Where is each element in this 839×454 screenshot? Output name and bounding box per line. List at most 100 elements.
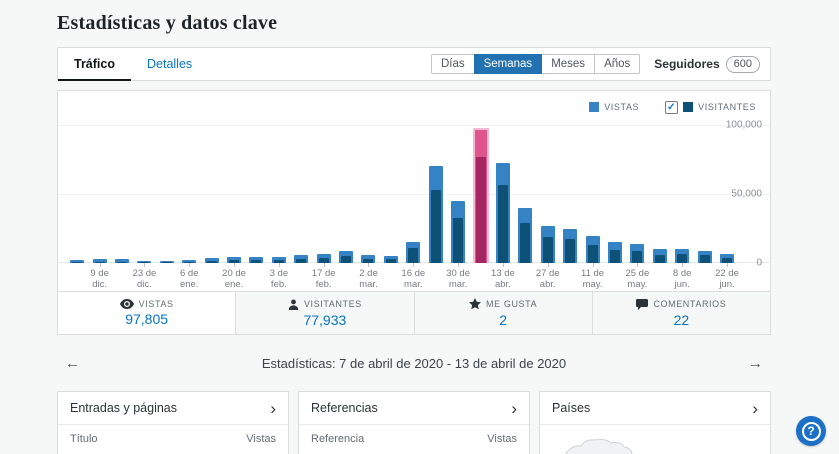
legend-vistas-label: VISTAS xyxy=(604,102,640,112)
visitantes-bar xyxy=(677,253,688,263)
chart-bar-week-26[interactable]: 25 de may. xyxy=(625,118,649,290)
visitantes-bar xyxy=(542,237,553,263)
visitantes-bar xyxy=(609,249,620,263)
panel-entradas-y-paginas: Entradas y páginas › Título Vistas xyxy=(57,391,289,454)
x-axis-label: 16 de mar. xyxy=(401,268,426,290)
visitantes-bar xyxy=(408,248,419,263)
x-tick xyxy=(144,263,146,267)
panel-paises: Países › xyxy=(539,391,771,454)
summary-tabs: VISTAS 97,805 VISITANTES 77,933 ME GUSTA… xyxy=(58,291,770,334)
period-dias-button[interactable]: Días xyxy=(430,54,475,74)
x-axis-label: 30 de mar. xyxy=(446,268,470,290)
chart-bar-week-3[interactable] xyxy=(111,118,133,263)
chart-bar-week-8[interactable]: 20 de ene. xyxy=(222,118,246,290)
panel-referencias-header[interactable]: Referencias › xyxy=(299,392,529,425)
stat-visitantes-label: VISITANTES xyxy=(303,299,362,309)
chart-bar-week-17[interactable] xyxy=(425,118,447,263)
next-period-arrow[interactable]: → xyxy=(739,355,763,372)
x-tick xyxy=(547,263,549,267)
chart-bar-week-5[interactable] xyxy=(156,118,178,263)
followers-button[interactable]: Seguidores 600 xyxy=(654,55,760,73)
stat-tab-visitantes[interactable]: VISITANTES 77,933 xyxy=(235,292,414,334)
panel-referencias: Referencias › Referencia Vistas xyxy=(298,391,530,454)
stat-comentarios-value: 22 xyxy=(673,311,690,328)
visitantes-bar xyxy=(296,258,307,263)
chevron-right-icon: › xyxy=(270,398,276,418)
date-range-pager: ← Estadísticas: 7 de abril de 2020 - 13 … xyxy=(57,335,771,391)
col-vistas: Vistas xyxy=(487,433,517,445)
x-axis-label: 9 de dic. xyxy=(90,268,109,290)
period-segmented-control: Días Semanas Meses Años xyxy=(430,54,641,74)
chart-bar-week-9[interactable] xyxy=(245,118,267,263)
chart-bar-week-28[interactable]: 8 de jun. xyxy=(671,118,693,290)
chart-bar-week-30[interactable]: 22 de jun. xyxy=(715,118,739,290)
period-semanas-button[interactable]: Semanas xyxy=(473,54,543,74)
help-button[interactable]: ? xyxy=(796,416,826,446)
date-range-label: Estadísticas: 7 de abril de 2020 - 13 de… xyxy=(261,355,567,371)
chart-bar-week-11[interactable] xyxy=(290,118,312,263)
panel-referencias-title: Referencias xyxy=(311,401,378,415)
period-meses-button[interactable]: Meses xyxy=(541,54,596,74)
chart-bar-week-29[interactable] xyxy=(693,118,715,263)
chart-bar-week-13[interactable] xyxy=(335,118,357,263)
chart-bar-week-14[interactable]: 2 de mar. xyxy=(357,118,379,290)
col-referencia: Referencia xyxy=(311,433,365,445)
x-tick xyxy=(413,263,415,267)
world-map xyxy=(540,425,770,454)
chart-bar-week-7[interactable] xyxy=(200,118,222,263)
visitantes-bar xyxy=(206,261,217,263)
chart-bar-week-23[interactable] xyxy=(559,118,581,263)
panel-entradas-header[interactable]: Entradas y páginas › xyxy=(58,392,288,425)
x-axis-label: 8 de jun. xyxy=(672,268,692,290)
tab-detalles[interactable]: Detalles xyxy=(131,48,208,80)
stat-tab-me-gusta[interactable]: ME GUSTA 2 xyxy=(413,292,592,334)
help-question-icon: ? xyxy=(801,421,821,441)
visitantes-bar xyxy=(430,189,441,263)
visitantes-swatch-icon xyxy=(683,102,694,112)
stat-tab-comentarios[interactable]: COMENTARIOS 22 xyxy=(591,292,770,334)
star-icon xyxy=(469,298,482,310)
chart-bar-week-21[interactable] xyxy=(514,118,536,263)
stat-visitantes-value: 77,933 xyxy=(303,311,347,328)
chart-bar-week-19[interactable] xyxy=(469,118,491,263)
visitantes-bar xyxy=(72,262,83,263)
period-controls: Días Semanas Meses Años Seguidores 600 xyxy=(430,54,760,74)
stat-tab-vistas[interactable]: VISTAS 97,805 xyxy=(58,292,236,334)
chart-bar-week-1[interactable] xyxy=(66,118,88,263)
chart-bar-week-22[interactable]: 27 de abr. xyxy=(536,118,560,290)
visitantes-bar xyxy=(341,256,352,263)
panel-paises-header[interactable]: Países › xyxy=(540,392,770,425)
x-tick xyxy=(458,263,460,267)
previous-period-arrow[interactable]: ← xyxy=(65,355,89,372)
period-anos-button[interactable]: Años xyxy=(594,54,641,74)
chevron-right-icon: › xyxy=(752,398,758,418)
x-tick xyxy=(99,263,101,267)
legend-visitantes-label: VISITANTES xyxy=(698,102,756,112)
chart-bar-week-16[interactable]: 16 de mar. xyxy=(401,118,425,290)
chart-bar-week-18[interactable]: 30 de mar. xyxy=(446,118,470,290)
chart-bar-week-25[interactable] xyxy=(604,118,626,263)
chart-bar-week-10[interactable]: 3 de feb. xyxy=(268,118,290,290)
x-axis-label: 6 de ene. xyxy=(179,268,199,290)
user-icon xyxy=(288,299,299,310)
stats-page: Estadísticas y datos clave Tráfico Detal… xyxy=(57,0,771,454)
stat-comentarios-label: COMENTARIOS xyxy=(653,299,727,309)
chart-bar-week-2[interactable]: 9 de dic. xyxy=(88,118,110,290)
x-tick xyxy=(502,263,504,267)
chart-bar-week-27[interactable] xyxy=(649,118,671,263)
chart-bar-week-20[interactable]: 13 de abr. xyxy=(491,118,515,290)
chart-bar-week-15[interactable] xyxy=(380,118,402,263)
tab-trafico[interactable]: Tráfico xyxy=(58,48,131,81)
visitantes-bar xyxy=(161,262,172,263)
chart-bar-week-24[interactable]: 11 de may. xyxy=(581,118,604,290)
traffic-chart-card: VISTAS ✓ VISITANTES 100,000 50,000 0 9 d… xyxy=(57,90,771,335)
panel-referencias-columns: Referencia Vistas xyxy=(299,425,529,453)
chart-bar-week-12[interactable]: 17 de feb. xyxy=(312,118,336,290)
chart-bar-week-4[interactable]: 23 de dic. xyxy=(133,118,156,290)
active-tab-underline xyxy=(58,79,131,81)
chart-bar-week-6[interactable]: 6 de ene. xyxy=(178,118,200,290)
visitantes-checkbox[interactable]: ✓ xyxy=(665,100,679,114)
stat-vistas-value: 97,805 xyxy=(125,311,169,327)
x-tick xyxy=(592,263,594,267)
x-tick xyxy=(726,263,728,267)
